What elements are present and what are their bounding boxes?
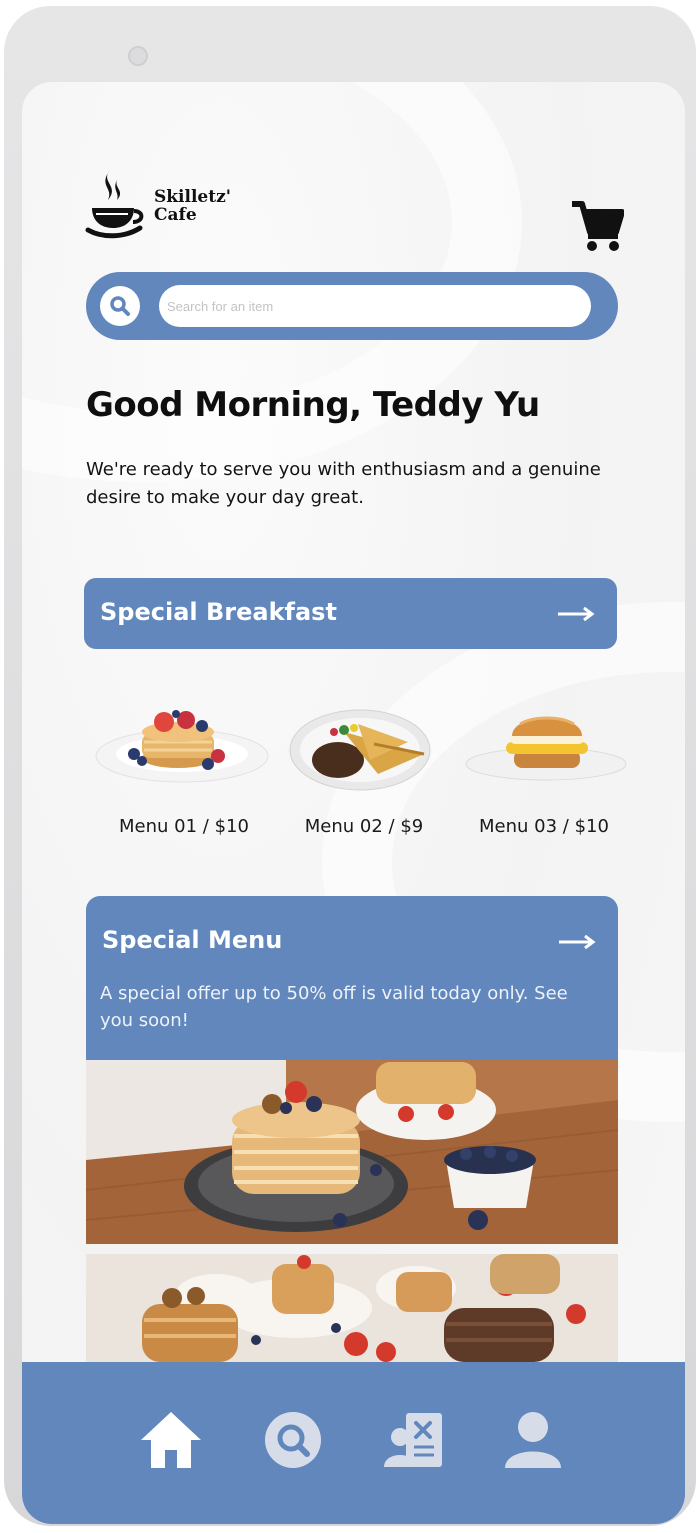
search-icon[interactable]	[100, 286, 140, 326]
special-breakfast-banner[interactable]: Special Breakfast	[84, 578, 617, 649]
special-breakfast-title: Special Breakfast	[100, 598, 337, 626]
brand-line-2: Cafe	[154, 205, 197, 225]
menu-item-02[interactable]: Menu 02 / $9	[274, 698, 454, 858]
profile-icon	[505, 1412, 561, 1468]
menu-item-label: Menu 01 / $10	[119, 816, 249, 837]
special-menu-title: Special Menu	[102, 926, 283, 954]
search-bar	[86, 272, 618, 340]
arrow-right-icon[interactable]	[558, 934, 596, 950]
nav-menu[interactable]	[380, 1408, 450, 1472]
special-menu-card[interactable]: Special Menu A special offer up to 50% o…	[86, 896, 618, 1062]
camera-dot	[128, 46, 148, 66]
search-input[interactable]	[159, 285, 591, 327]
home-icon	[141, 1412, 201, 1468]
menu-book-icon	[384, 1413, 442, 1467]
shopping-cart-icon[interactable]	[570, 200, 625, 252]
arrow-right-icon[interactable]	[557, 606, 595, 622]
coffee-cup-logo-icon	[85, 170, 144, 239]
menu-item-01[interactable]: Menu 01 / $10	[94, 698, 274, 858]
app-screen: Skilletz' Cafe Goo	[22, 82, 685, 1524]
pancake-table-spread-photo[interactable]	[86, 1254, 618, 1362]
brand-name: Skilletz' Cafe	[154, 188, 231, 224]
greeting-subtitle: We're ready to serve you with enthusiasm…	[86, 459, 601, 508]
bottom-navigation	[22, 1362, 685, 1524]
nav-search[interactable]	[258, 1408, 328, 1472]
search-icon	[265, 1412, 321, 1468]
greeting-title: Good Morning, Teddy Yu	[86, 385, 540, 425]
nav-home[interactable]	[136, 1408, 206, 1472]
brand-line-1: Skilletz'	[154, 187, 231, 207]
special-menu-description: A special offer up to 50% off is valid t…	[100, 983, 568, 1031]
menu-item-03[interactable]: Menu 03 / $10	[454, 698, 634, 858]
pancake-stack-blueberries-photo[interactable]	[86, 1060, 618, 1244]
menu-item-label: Menu 02 / $9	[304, 816, 424, 837]
brand-logo[interactable]: Skilletz' Cafe	[84, 164, 231, 248]
nav-profile[interactable]	[498, 1408, 568, 1472]
menu-item-label: Menu 03 / $10	[479, 816, 609, 837]
phone-frame: Skilletz' Cafe Goo	[4, 6, 696, 1526]
french-toast-plate-image	[289, 709, 431, 791]
breakfast-sandwich-image	[465, 716, 627, 781]
pancakes-with-berries-image	[95, 710, 269, 783]
